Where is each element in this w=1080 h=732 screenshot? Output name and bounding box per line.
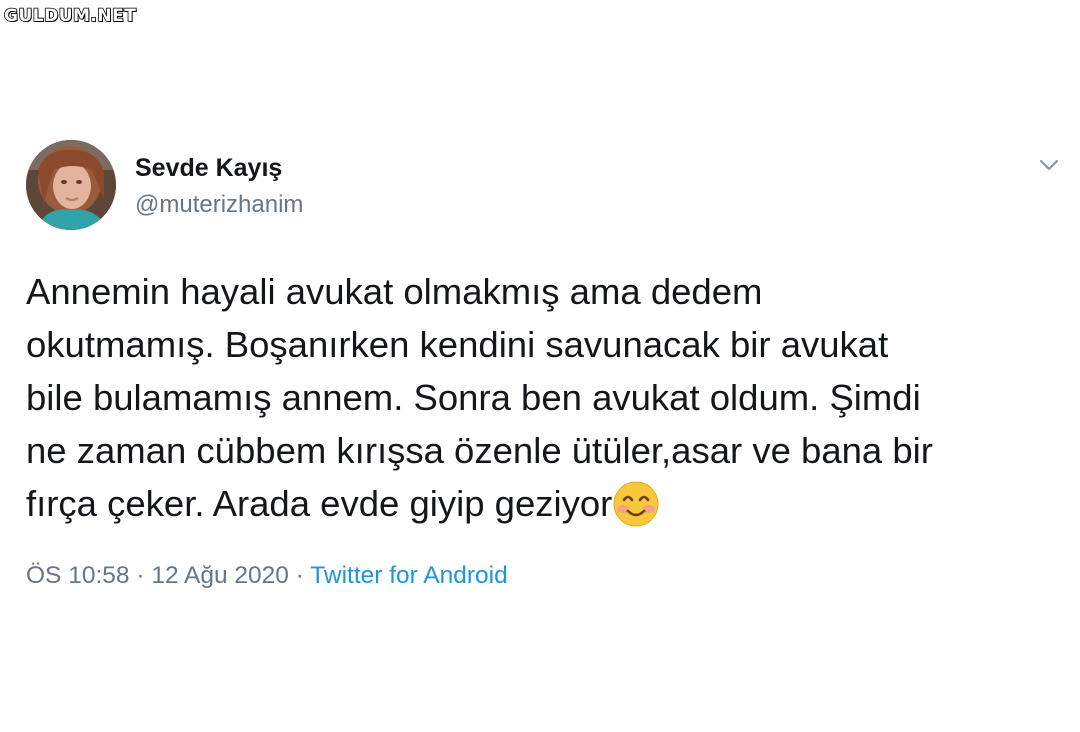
tweet-text-content: Annemin hayali avukat olmakmış ama dedem… (26, 271, 933, 524)
tweet-card: Sevde Kayış @muterizhanim Annemin hayali… (26, 140, 1066, 589)
avatar-image (26, 140, 116, 230)
meta-separator: · (295, 562, 304, 589)
chevron-down-icon[interactable] (1038, 154, 1060, 176)
tweet-source-link[interactable]: Twitter for Android (310, 562, 507, 589)
page: GULDUM.NET Sevde Kayış @muterizhanim Ann… (0, 0, 1080, 732)
smiling-face-emoji-icon (612, 480, 660, 528)
author-handle[interactable]: @muterizhanim (135, 191, 303, 219)
watermark-logo: GULDUM.NET (3, 5, 137, 27)
tweet-date[interactable]: 12 Ağu 2020 (151, 562, 289, 589)
tweet-header: Sevde Kayış @muterizhanim (26, 140, 1066, 232)
tweet-text: Annemin hayali avukat olmakmış ama dedem… (26, 265, 1066, 530)
tweet-meta: ÖS 10:58 · 12 Ağu 2020 · Twitter for And… (26, 562, 508, 590)
tweet-time[interactable]: ÖS 10:58 (26, 562, 130, 589)
meta-separator: · (136, 562, 145, 589)
author-display-name[interactable]: Sevde Kayış (135, 154, 282, 183)
avatar[interactable] (26, 140, 116, 230)
